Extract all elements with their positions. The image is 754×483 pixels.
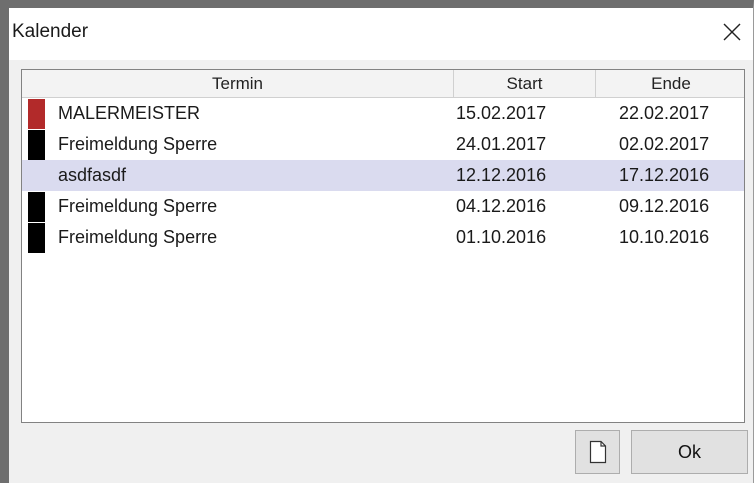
color-marker <box>28 192 45 222</box>
appointment-table[interactable]: Termin Start Ende MALERMEISTER 15.02.2017… <box>21 69 745 423</box>
table-row[interactable]: asdfasdf 12.12.2016 17.12.2016 <box>22 160 744 191</box>
table-header: Termin Start Ende <box>22 70 744 98</box>
column-header-start[interactable]: Start <box>454 70 596 97</box>
termin-cell: Freimeldung Sperre <box>58 134 218 154</box>
table-row[interactable]: MALERMEISTER 15.02.2017 22.02.2017 <box>22 98 744 129</box>
table-row[interactable]: Freimeldung Sperre 01.10.2016 10.10.2016 <box>22 222 744 253</box>
start-cell: 01.10.2016 <box>456 227 547 247</box>
termin-cell: asdfasdf <box>58 165 127 185</box>
start-cell: 04.12.2016 <box>456 196 547 216</box>
window-title: Kalender <box>12 21 89 42</box>
new-entry-button[interactable] <box>575 430 620 474</box>
end-cell: 22.02.2017 <box>619 103 710 123</box>
end-cell: 09.12.2016 <box>619 196 710 216</box>
end-cell: 02.02.2017 <box>619 134 710 154</box>
close-button[interactable] <box>715 16 749 48</box>
color-marker <box>28 99 45 129</box>
dialog-body: Termin Start Ende MALERMEISTER 15.02.2017… <box>9 60 753 483</box>
termin-cell: MALERMEISTER <box>58 103 201 123</box>
color-marker <box>28 130 45 160</box>
calendar-dialog: Kalender Termin Start Ende MALERMEISTER 1… <box>0 0 754 483</box>
start-cell: 15.02.2017 <box>456 103 547 123</box>
table-row[interactable]: Freimeldung Sperre 24.01.2017 02.02.2017 <box>22 129 744 160</box>
column-header-termin[interactable]: Termin <box>22 70 454 97</box>
column-header-ende[interactable]: Ende <box>596 70 744 97</box>
table-row[interactable]: Freimeldung Sperre 04.12.2016 09.12.2016 <box>22 191 744 222</box>
title-bar: Kalender <box>9 8 753 60</box>
end-cell: 10.10.2016 <box>619 227 710 247</box>
ok-button[interactable]: Ok <box>631 430 748 474</box>
termin-cell: Freimeldung Sperre <box>58 227 218 247</box>
close-icon <box>723 23 741 41</box>
start-cell: 12.12.2016 <box>456 165 547 185</box>
end-cell: 17.12.2016 <box>619 165 710 185</box>
new-document-icon <box>589 440 606 464</box>
color-marker <box>28 223 45 253</box>
start-cell: 24.01.2017 <box>456 134 547 154</box>
termin-cell: Freimeldung Sperre <box>58 196 218 216</box>
